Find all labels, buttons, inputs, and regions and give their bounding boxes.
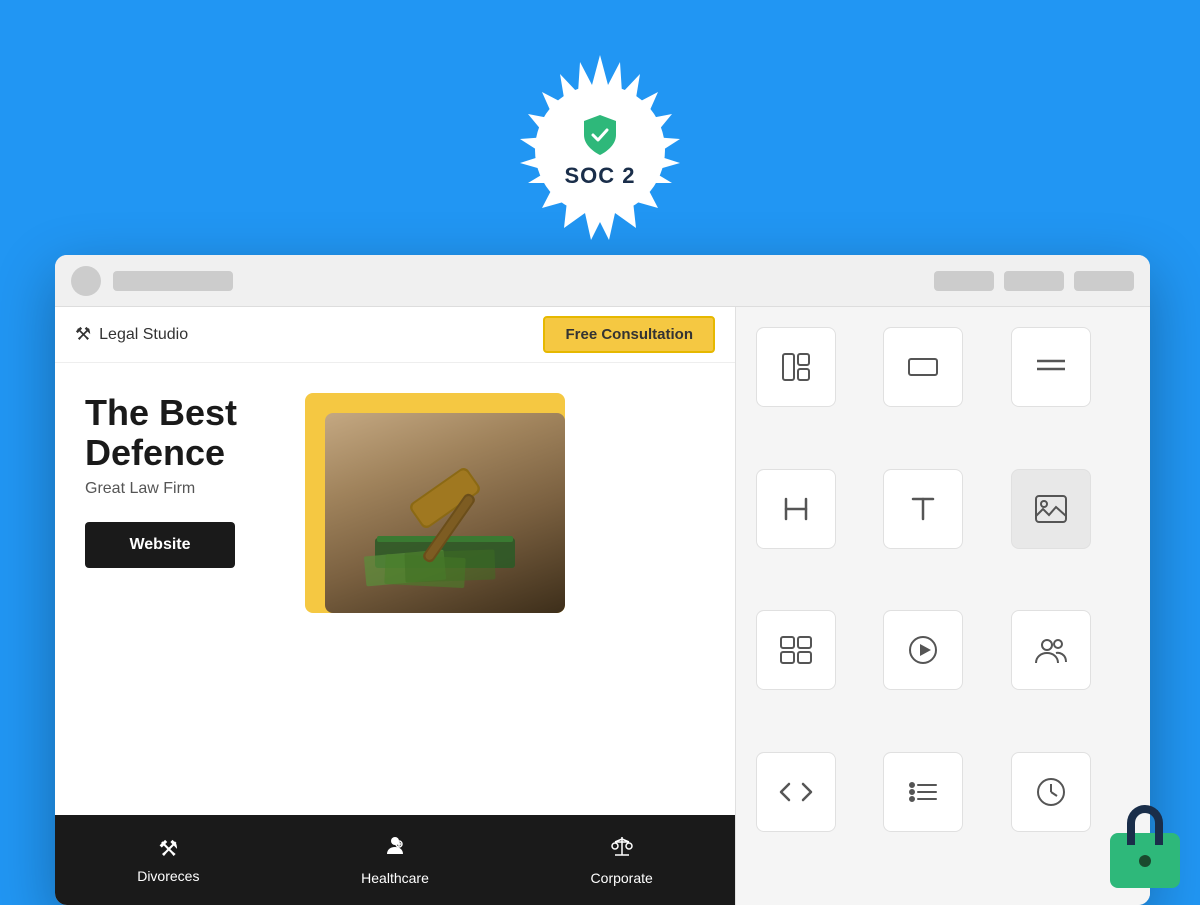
toolbar-btn-menu[interactable]	[1011, 327, 1091, 407]
toolbar-btn-list[interactable]	[883, 752, 963, 832]
scales-icon	[610, 834, 634, 858]
image-icon	[1034, 494, 1068, 524]
toolbar-btn-team[interactable]	[1011, 610, 1091, 690]
hero-title-line1: The Best	[85, 392, 237, 433]
soc2-label: SOC 2	[564, 163, 635, 189]
hero-image-wrapper	[305, 393, 705, 613]
hero-subtitle: Great Law Firm	[85, 480, 285, 498]
nav-logo-text: Legal Studio	[99, 326, 188, 344]
team-icon	[1034, 635, 1068, 665]
toolbar-btn-gallery[interactable]	[756, 610, 836, 690]
heading-h-icon	[780, 493, 812, 525]
hero-title: The Best Defence	[85, 393, 285, 472]
toolbar-btn-clock[interactable]	[1011, 752, 1091, 832]
bottom-nav-item-divorces[interactable]: ⚒ Divoreces	[55, 815, 282, 905]
soc2-inner: SOC 2	[535, 85, 665, 215]
video-play-icon	[907, 634, 939, 666]
website-preview: ⚒ Legal Studio Free Consultation The Bes…	[55, 307, 735, 905]
browser-avatar-dot	[71, 266, 101, 296]
toolbar-btn-video[interactable]	[883, 610, 963, 690]
hero-title-line2: Defence	[85, 432, 225, 473]
soc2-starburst: SOC 2	[500, 50, 700, 250]
divorces-label: Divoreces	[137, 868, 199, 884]
person-icon	[383, 834, 407, 858]
text-t-icon	[909, 493, 937, 525]
browser-window: ⚒ Legal Studio Free Consultation The Bes…	[55, 255, 1150, 905]
gavel-illustration	[355, 428, 535, 598]
gavel-nav-icon: ⚒	[75, 324, 91, 345]
right-toolbar	[735, 307, 1150, 905]
browser-nav-area	[934, 271, 1134, 291]
toolbar-btn-image[interactable]	[1011, 469, 1091, 549]
healthcare-label: Healthcare	[361, 870, 429, 886]
bottom-nav-item-healthcare[interactable]: Healthcare	[282, 815, 509, 905]
browser-chrome	[55, 255, 1150, 307]
browser-url-bar	[113, 271, 233, 291]
browser-nav-pill-2	[1004, 271, 1064, 291]
lock-shackle	[1127, 805, 1163, 845]
hero-image	[325, 413, 565, 613]
layout-grid-icon	[780, 351, 812, 383]
browser-nav-pill-1	[934, 271, 994, 291]
toolbar-btn-rectangle[interactable]	[883, 327, 963, 407]
bottom-nav-item-corporate[interactable]: Corporate	[508, 815, 735, 905]
gallery-icon	[779, 635, 813, 665]
browser-nav-pill-3	[1074, 271, 1134, 291]
rectangle-icon	[907, 357, 939, 377]
hero-content: The Best Defence Great Law Firm Website	[85, 393, 705, 613]
nav-cta-button[interactable]: Free Consultation	[543, 316, 715, 353]
corporate-icon	[610, 834, 634, 864]
menu-lines-icon	[1037, 357, 1065, 377]
toolbar-btn-layout[interactable]	[756, 327, 836, 407]
website-hero: The Best Defence Great Law Firm Website	[55, 363, 735, 805]
nav-logo: ⚒ Legal Studio	[75, 324, 188, 345]
list-icon	[908, 778, 938, 806]
lock-body	[1110, 833, 1180, 888]
corporate-label: Corporate	[591, 870, 653, 886]
browser-content: ⚒ Legal Studio Free Consultation The Bes…	[55, 307, 1150, 905]
toolbar-btn-code[interactable]	[756, 752, 836, 832]
hero-cta-button[interactable]: Website	[85, 522, 235, 568]
divorces-icon: ⚒	[158, 836, 178, 862]
hero-image-bg	[305, 393, 565, 613]
clock-icon	[1035, 776, 1067, 808]
toolbar-btn-text[interactable]	[883, 469, 963, 549]
website-nav: ⚒ Legal Studio Free Consultation	[55, 307, 735, 363]
healthcare-icon	[383, 834, 407, 864]
code-icon	[779, 779, 813, 805]
lock-icon-wrap	[1110, 803, 1180, 888]
hero-text: The Best Defence Great Law Firm Website	[85, 393, 285, 568]
gavel-photo	[325, 413, 565, 613]
toolbar-btn-heading[interactable]	[756, 469, 836, 549]
shield-icon	[576, 111, 624, 159]
website-bottom-nav: ⚒ Divoreces Healthcare	[55, 815, 735, 905]
soc2-badge: SOC 2	[490, 40, 710, 260]
lock-keyhole	[1139, 855, 1151, 867]
